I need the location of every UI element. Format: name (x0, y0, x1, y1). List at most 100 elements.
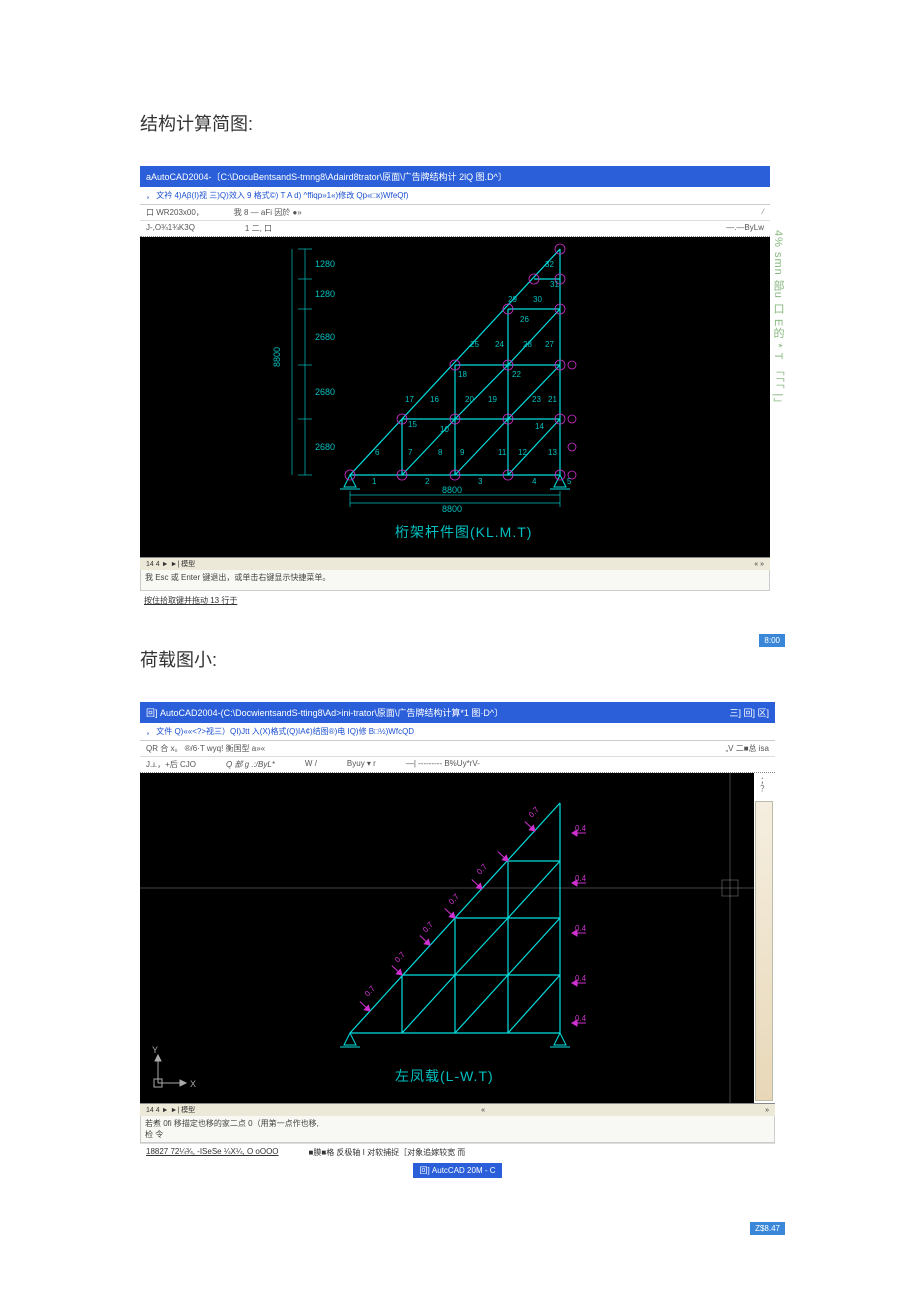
cmd-line-2b: 检 令 (145, 1129, 770, 1140)
toolbar-row-2[interactable]: QR 合 x。 ®/6·T wyq! 衡国型 a»« „V 二■总 isa (140, 741, 775, 757)
scroll-arrows-1[interactable]: « » (754, 561, 764, 568)
tab-strip-1[interactable]: 14 4 ► ►| 模型 (146, 559, 195, 569)
svg-text:29: 29 (508, 295, 517, 304)
svg-text:12: 12 (518, 448, 527, 457)
svg-text:28: 28 (523, 340, 532, 349)
svg-text:26: 26 (520, 315, 529, 324)
svg-text:13: 13 (548, 448, 557, 457)
drawing-caption-1: 桁架杆件图(KL.M.T) (395, 524, 532, 540)
svg-text:0.7: 0.7 (475, 862, 490, 877)
svg-text:6: 6 (375, 448, 380, 457)
layer-a: J-,O¾1¾K3Q (146, 223, 195, 234)
model-tabs-1[interactable]: 14 4 ► ►| 模型 « » (140, 557, 770, 570)
svg-text:0.7: 0.7 (363, 984, 378, 999)
menu-bar-1[interactable]: ， 文衿 4)Aβ(I)视 三)Q)效入 9 格式©) T A d) ^ffiq… (140, 187, 770, 205)
svg-text:0.4: 0.4 (575, 824, 587, 833)
sidebar-marker: ；？ (755, 777, 766, 793)
layer2-b: Q 部 g .:/ByL* (226, 759, 275, 770)
svg-text:0.4: 0.4 (575, 1014, 587, 1023)
svg-text:0.4: 0.4 (575, 874, 587, 883)
svg-text:8800: 8800 (442, 504, 462, 514)
svg-text:5: 5 (567, 477, 572, 486)
window-buttons-2[interactable]: 三] 回] 区] (729, 706, 769, 719)
dim-v-1: 1280 (315, 289, 335, 299)
title-bar-2[interactable]: 回] AutoCAD2004-(C:\DocwientsandS-tting8\… (140, 702, 775, 723)
svg-text:23: 23 (532, 395, 541, 404)
cmd-hint-1: 我 Esc 或 Enter 键退出，或单击右键显示快捷菜单。 (145, 573, 330, 582)
status-right-2: ■膜■格 反极轴 I 对软捕捉［对象追嫁较宽 而 (309, 1147, 466, 1158)
toolbar2-left: QR 合 x。 ®/6·T wyq! 衡国型 a»« (146, 743, 265, 754)
svg-text:10: 10 (440, 425, 449, 434)
svg-text:25: 25 (470, 340, 479, 349)
toolbar-row-1[interactable]: 口 WR203x00， 我 8 — aFi 因於 ●» / (140, 205, 770, 221)
window-title-1: aAutoCAD2004-〔C:\DocuBentsandS-tmng8\Ada… (146, 170, 507, 183)
side-palette-2[interactable]: ；？ (755, 773, 775, 1103)
layer-row-2[interactable]: J.ɹ.，+后 CJO Q 部 g .:/ByL* W / Byuy ▾ r —… (140, 757, 775, 773)
layer-b: 1 二, 口 (245, 223, 272, 234)
svg-text:2: 2 (425, 477, 430, 486)
dim-v-4: 2680 (315, 387, 335, 397)
drawing-caption-2: 左凤载(L-W.T) (395, 1068, 494, 1084)
svg-text:7: 7 (408, 448, 413, 457)
svg-text:Y: Y (152, 1045, 158, 1055)
svg-text:4: 4 (532, 477, 537, 486)
svg-text:16: 16 (430, 395, 439, 404)
toolbar-seg-c: / (762, 207, 764, 218)
tab-strip-2[interactable]: 14 4 ► ►| 模型 (146, 1105, 195, 1115)
title-prefix-2: 回] (146, 708, 158, 718)
layer2-a: J.ɹ.，+后 CJO (146, 759, 196, 770)
svg-text:0.4: 0.4 (575, 974, 587, 983)
cad-canvas-2[interactable]: 0.7 0.7 0.7 0.7 0.7 0.7 0.4 0.4 0.4 0.4 … (140, 773, 754, 1103)
menu-items-1[interactable]: ， 文衿 4)Aβ(I)视 三)Q)效入 9 格式©) T A d) ^ffiq… (146, 191, 408, 200)
svg-text:22: 22 (512, 370, 521, 379)
dim-v-3: 8800 (272, 347, 282, 367)
svg-text:0.7: 0.7 (527, 805, 542, 820)
side-annotation: 4% smn 部u 口 E的 * T 「「「 |」 (770, 230, 786, 440)
layer-c: —.—ByLw (726, 223, 764, 234)
section1-heading: 结构计算简图: (140, 110, 790, 136)
svg-text:31: 31 (550, 280, 559, 289)
menu-items-2[interactable]: ， 文件 Q)««<?>视三）QI)Jtt 入(X)格式(Q)IA¢)结图®)电… (146, 727, 414, 736)
truss-drawing: 1280 1280 2680 8800 2680 2680 (140, 237, 770, 557)
svg-text:14: 14 (535, 422, 544, 431)
svg-text:8800: 8800 (442, 485, 462, 495)
window-title-2: AutoCAD2004-(C:\DocwientsandS-tting8\Ad>… (160, 708, 503, 718)
svg-text:0.7: 0.7 (447, 892, 462, 907)
command-area-1[interactable]: 我 Esc 或 Enter 键退出，或单击右键显示快捷菜单。 (140, 570, 770, 591)
svg-text:27: 27 (545, 340, 554, 349)
status-left-2: 18827 72¼¾, -ISeSe ¼X¼, O oOOO (146, 1147, 279, 1158)
load-drawing: 0.7 0.7 0.7 0.7 0.7 0.7 0.4 0.4 0.4 0.4 … (140, 773, 754, 1103)
toolbar-seg-a: 口 WR203x00， (146, 207, 204, 218)
svg-text:8: 8 (438, 448, 443, 457)
section2-heading: 荷载图小: (140, 646, 790, 672)
dim-v-2: 2680 (315, 332, 335, 342)
status-bar-2: 18827 72¼¾, -ISeSe ¼X¼, O oOOO ■膜■格 反极轴 … (140, 1143, 775, 1161)
svg-text:17: 17 (405, 395, 414, 404)
svg-text:X: X (190, 1079, 196, 1089)
menu-bar-2[interactable]: ， 文件 Q)««<?>视三）QI)Jtt 入(X)格式(Q)IA¢)结图®)电… (140, 723, 775, 741)
scroll-arrow-right-2[interactable]: » (765, 1107, 769, 1114)
model-tabs-2[interactable]: 14 4 ► ►| 模型 « » (140, 1103, 775, 1116)
layer-row-1[interactable]: J-,O¾1¾K3Q 1 二, 口 —.—ByLw (140, 221, 770, 237)
cad-window-1: aAutoCAD2004-〔C:\DocuBentsandS-tmng8\Ada… (140, 166, 770, 606)
svg-text:9: 9 (460, 448, 465, 457)
svg-text:1: 1 (372, 477, 377, 486)
command-area-2[interactable]: 若煮 0fi 移描定也移的家二点 0（用第一点作也移, 检 令 (140, 1116, 775, 1143)
svg-text:20: 20 (465, 395, 474, 404)
cad-canvas-1[interactable]: 1280 1280 2680 8800 2680 2680 (140, 237, 770, 557)
cad-window-2: 回] AutoCAD2004-(C:\DocwientsandS-tting8\… (140, 702, 775, 1177)
svg-text:18: 18 (458, 370, 467, 379)
cmd-hint-2: 若煮 0fi 移描定也移的家二点 0（用第一点作也移, (145, 1118, 770, 1129)
svg-text:11: 11 (498, 448, 507, 457)
svg-text:21: 21 (548, 395, 557, 404)
scroll-arrow-left-2[interactable]: « (481, 1107, 485, 1114)
toolbar-seg-b: 我 8 — aFi 因於 ●» (234, 207, 302, 218)
taskbar-button-2[interactable]: 回] AutcCAD 20M - C (413, 1163, 501, 1178)
svg-text:0.7: 0.7 (421, 920, 436, 935)
toolbar2-right: „V 二■总 isa (725, 743, 769, 754)
svg-text:15: 15 (408, 420, 417, 429)
svg-text:0.4: 0.4 (575, 924, 587, 933)
svg-text:32: 32 (545, 260, 554, 269)
title-bar-1[interactable]: aAutoCAD2004-〔C:\DocuBentsandS-tmng8\Ada… (140, 166, 770, 187)
layer2-e: —| --------- B%Uy*rV- (406, 759, 480, 770)
